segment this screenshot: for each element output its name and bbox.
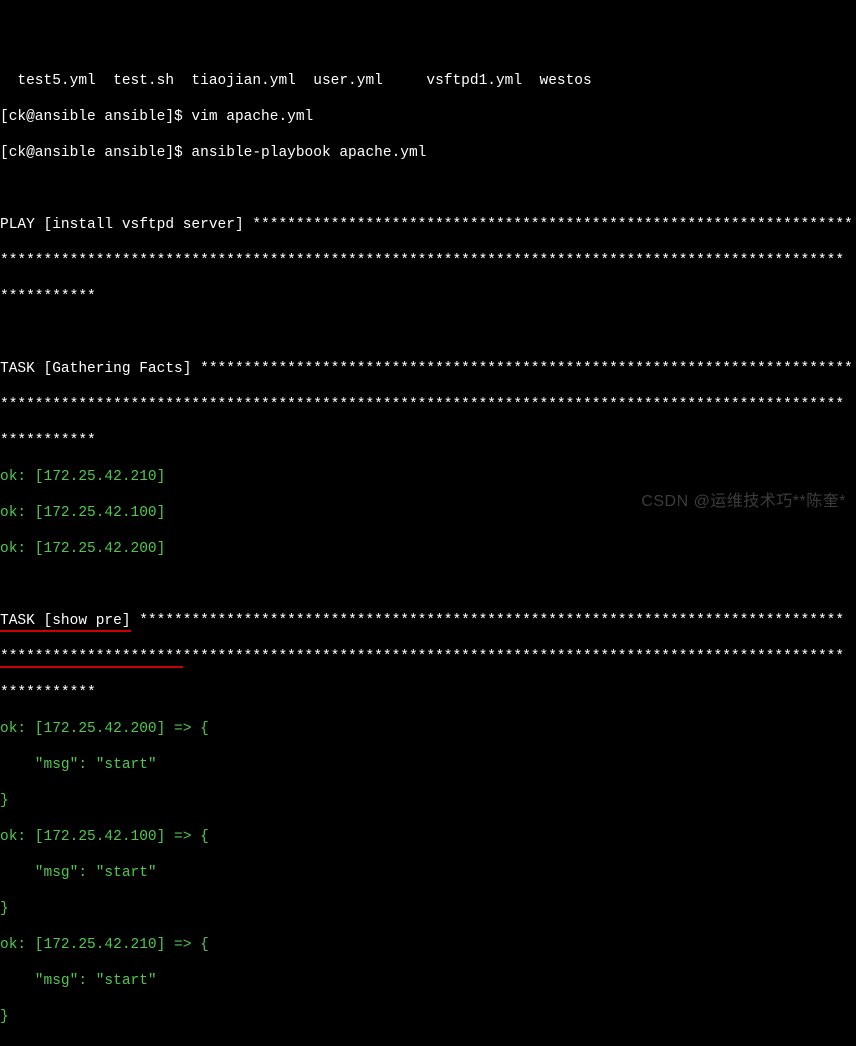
debug-block-210-open: ok: [172.25.42.210] => { (0, 936, 856, 954)
debug-block-210-msg: "msg": "start" (0, 972, 856, 990)
task-gathering-stars3: *********** (0, 432, 856, 450)
blank-line (0, 1044, 856, 1046)
prompt-playbook-line: [ck@ansible ansible]$ ansible-playbook a… (0, 144, 856, 162)
ok-host-100: ok: [172.25.42.100] (0, 504, 856, 522)
debug-block-100-close: } (0, 900, 856, 918)
task-showpre-label: TASK [show pre] (0, 613, 131, 632)
blank-line (0, 180, 856, 198)
debug-block-200-msg: "msg": "start" (0, 756, 856, 774)
debug-block-200-close: } (0, 792, 856, 810)
debug-block-200-open: ok: [172.25.42.200] => { (0, 720, 856, 738)
task-showpre-header: TASK [show pre] ************************… (0, 612, 856, 630)
debug-block-100-msg: "msg": "start" (0, 864, 856, 882)
blank-line (0, 576, 856, 594)
prompt-vim-line: [ck@ansible ansible]$ vim apache.yml (0, 108, 856, 126)
ok-host-210: ok: [172.25.42.210] (0, 468, 856, 486)
task-showpre-stars2: ****************************************… (0, 648, 856, 666)
debug-block-210-close: } (0, 1008, 856, 1026)
task-gathering-stars2: ****************************************… (0, 396, 856, 414)
play-stars-line2: ****************************************… (0, 252, 856, 270)
file-listing-line: test5.yml test.sh tiaojian.yml user.yml … (0, 72, 856, 90)
task-showpre-stars-after: ****************************************… (131, 613, 845, 629)
task-showpre-stars3: *********** (0, 684, 856, 702)
play-header-line: PLAY [install vsftpd server] ***********… (0, 216, 856, 234)
task-showpre-stars2a: ********************* (0, 649, 183, 668)
play-stars-line3: *********** (0, 288, 856, 306)
blank-line (0, 324, 856, 342)
debug-block-100-open: ok: [172.25.42.100] => { (0, 828, 856, 846)
task-showpre-stars2b: ****************************************… (183, 649, 844, 665)
ok-host-200: ok: [172.25.42.200] (0, 540, 856, 558)
task-gathering-header: TASK [Gathering Facts] *****************… (0, 360, 856, 378)
